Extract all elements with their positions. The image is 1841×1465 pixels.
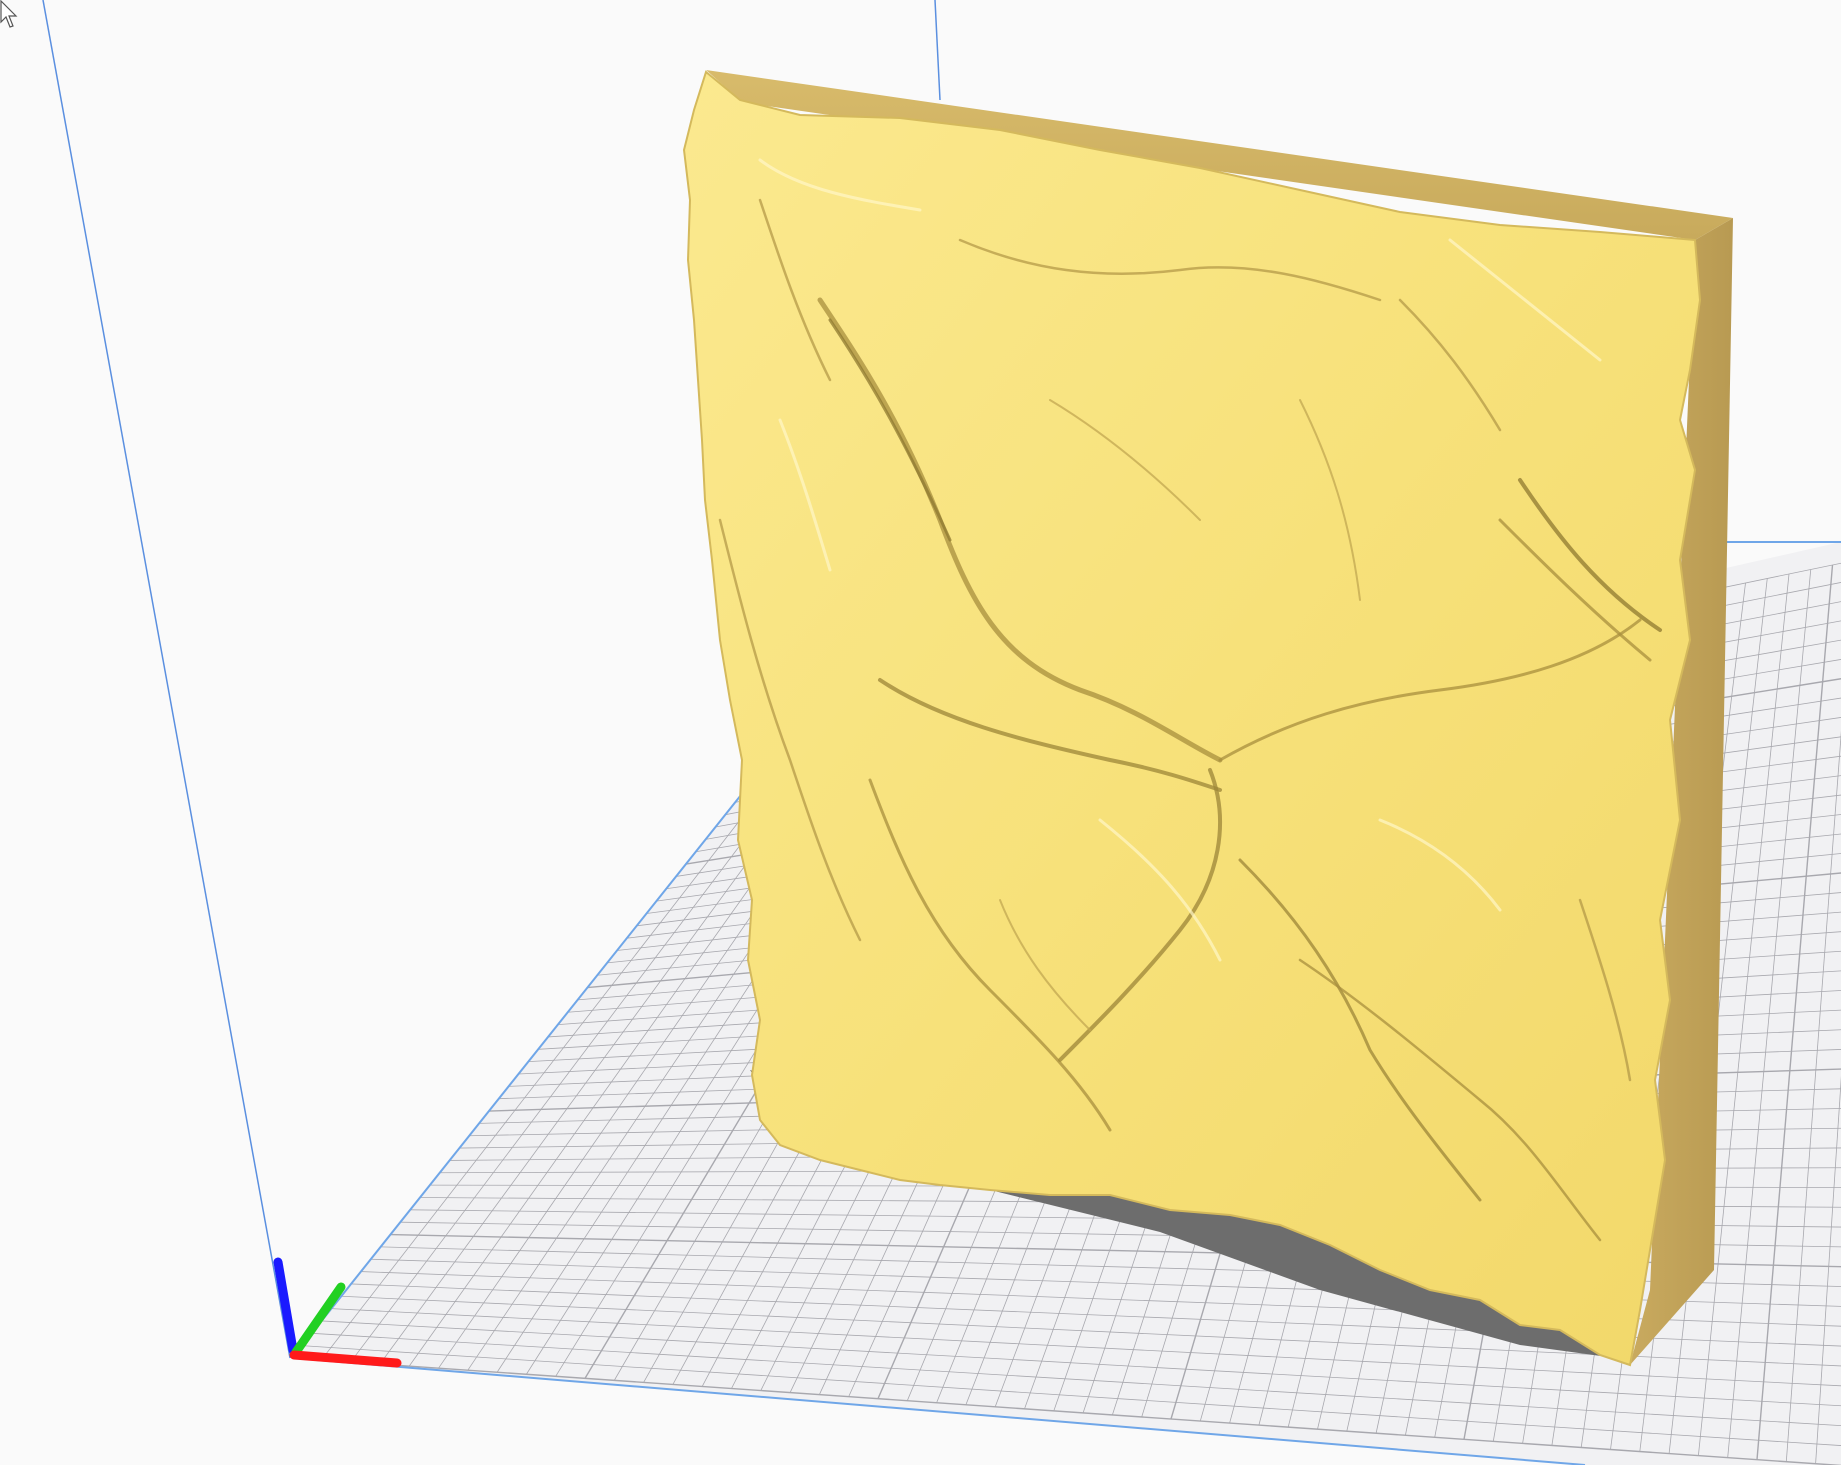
3d-viewport[interactable] [0,0,1841,1465]
scene-canvas[interactable] [0,0,1841,1465]
build-volume-edge-back [934,0,941,101]
arrow-cursor-icon [0,0,18,28]
build-volume-edge-left [42,0,291,1359]
